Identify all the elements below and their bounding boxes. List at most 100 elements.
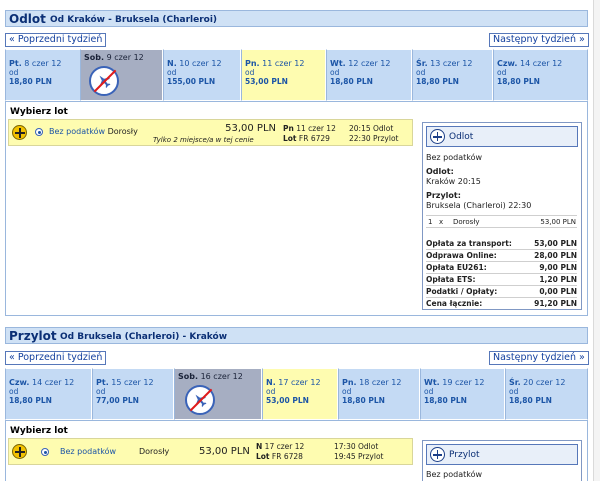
flight-date: 17 czer 12 (264, 442, 305, 451)
fee-label: Podatki / Opłaty: (426, 287, 498, 296)
outbound-day-5[interactable]: Śr. 13 czer 12 od 18,80 PLN (412, 49, 493, 101)
outbound-day-2[interactable]: N. 10 czer 12 od 155,00 PLN (163, 49, 241, 101)
day-from: od (424, 387, 434, 396)
day-name: Śr. (416, 59, 428, 68)
summary-dep-title: Odlot: (426, 167, 454, 176)
day-date: 13 czer 12 (430, 59, 473, 68)
fee-value: 0,00 PLN (539, 287, 577, 296)
day-price: 18,80 PLN (9, 77, 52, 86)
day-name: Pn. (245, 59, 260, 68)
day-price: 155,00 PLN (167, 77, 216, 86)
inbound-day-2: Sob. 16 czer 12 (174, 368, 262, 420)
day-date: 16 czer 12 (200, 372, 243, 381)
outbound-day-6[interactable]: Czw. 14 czer 12 od 18,80 PLN (493, 49, 588, 101)
fee-label: Odprawa Online: (426, 251, 497, 260)
day-name: Pt. (96, 378, 109, 387)
fare-name[interactable]: Bez podatków (49, 127, 105, 136)
fare-radio[interactable] (35, 128, 43, 136)
inbound-day-4[interactable]: Pn. 18 czer 12 od 18,80 PLN (338, 368, 420, 420)
fee-row: Opłata ETS: 1,20 PLN (426, 275, 577, 286)
fare-name[interactable]: Bez podatków (60, 447, 116, 456)
flight-price: 53,00 PLN (199, 446, 250, 457)
flight-plane-icon (12, 125, 27, 140)
fee-label: Opłata za transport: (426, 239, 512, 248)
arr-time: 19:45 (334, 452, 356, 461)
day-date: 19 czer 12 (442, 378, 485, 387)
day-from: od (9, 387, 19, 396)
inbound-day-5[interactable]: Wt. 19 czer 12 od 18,80 PLN (420, 368, 505, 420)
day-from: od (342, 387, 352, 396)
outbound-title: Odlot (9, 12, 46, 26)
flight-number: FR 6728 (271, 452, 303, 461)
inbound-title: Przylot (9, 329, 57, 343)
passenger-type: Dorosły (139, 447, 170, 456)
flight-plane-icon (12, 444, 27, 459)
outbound-day-4[interactable]: Wt. 12 czer 12 od 18,80 PLN (326, 49, 412, 101)
plane-icon (430, 447, 445, 462)
seats-note: Tylko 2 miejsce/a w tej cenie (153, 136, 254, 144)
fare-radio[interactable] (41, 448, 49, 456)
dep-time: 17:30 (334, 442, 356, 451)
flight-day: N (256, 442, 263, 451)
inbound-flight-row[interactable]: Bez podatków Dorosły 53,00 PLN N 17 czer… (8, 438, 413, 465)
day-name: Pn. (342, 378, 357, 387)
outbound-day-3[interactable]: Pn. 11 czer 12 od 53,00 PLN (241, 49, 326, 101)
day-date: 18 czer 12 (359, 378, 402, 387)
outbound-next-week-link[interactable]: Następny tydzień » (489, 33, 589, 47)
pax-line: 1 x Dorosły 53,00 PLN (426, 215, 577, 228)
outbound-summary-box: Odlot Bez podatków Odlot: Kraków 20:15 P… (422, 122, 582, 310)
flight-label: Lot (256, 452, 270, 461)
fee-value: 9,00 PLN (539, 263, 577, 272)
fee-row: Opłata EU261: 9,00 PLN (426, 263, 577, 274)
day-name: Czw. (497, 59, 518, 68)
day-from: od (509, 387, 519, 396)
no-flights-icon (89, 66, 119, 96)
day-name: Sob. (178, 372, 199, 381)
flight-label: Lot (283, 134, 297, 143)
total-label: Cena łącznie: (426, 299, 483, 308)
passenger-type: Dorosły (107, 127, 138, 136)
inbound-prev-week-link[interactable]: « Poprzedni tydzień (5, 351, 107, 365)
pax-x: x (439, 218, 444, 226)
day-date: 14 czer 12 (520, 59, 563, 68)
day-price: 53,00 PLN (266, 396, 309, 405)
outbound-day-0[interactable]: Pt. 8 czer 12 od 18,80 PLN (5, 49, 83, 101)
inbound-day-0[interactable]: Czw. 14 czer 12 od 18,80 PLN (5, 368, 92, 420)
day-from: od (96, 387, 106, 396)
inbound-day-3[interactable]: N. 17 czer 12 od 53,00 PLN (262, 368, 338, 420)
day-price: 18,80 PLN (509, 396, 552, 405)
day-from: od (497, 68, 507, 77)
arr-label: Przylot (373, 134, 399, 143)
inbound-route: Od Bruksela (Charleroi) - Kraków (60, 332, 228, 342)
inbound-day-6[interactable]: Śr. 20 czer 12 od 18,80 PLN (505, 368, 588, 420)
summary-arr-value: Bruksela (Charleroi) 22:30 (426, 201, 532, 210)
summary-fare: Bez podatków (426, 470, 483, 479)
total-value: 91,20 PLN (534, 299, 577, 308)
day-name: Sob. (84, 53, 105, 62)
fee-label: Opłata ETS: (426, 275, 476, 284)
plane-icon (430, 129, 445, 144)
day-name: Czw. (9, 378, 30, 387)
fee-row: Opłata za transport: 53,00 PLN (426, 239, 577, 250)
inbound-day-1[interactable]: Pt. 15 czer 12 od 77,00 PLN (92, 368, 174, 420)
summary-header-label: Odlot (449, 132, 474, 142)
page-scrollbar-track[interactable] (593, 0, 600, 481)
day-price: 18,80 PLN (424, 396, 467, 405)
fee-row: Odprawa Online: 28,00 PLN (426, 251, 577, 262)
day-from: od (330, 68, 340, 77)
day-date: 15 czer 12 (111, 378, 154, 387)
inbound-next-week-link[interactable]: Następny tydzień » (489, 351, 589, 365)
summary-dep-value: Kraków 20:15 (426, 177, 481, 186)
day-date: 10 czer 12 (179, 59, 222, 68)
outbound-flight-row[interactable]: Bez podatków Dorosły 53,00 PLN Tylko 2 m… (8, 119, 413, 146)
day-date: 9 czer 12 (106, 53, 144, 62)
outbound-prev-week-link[interactable]: « Poprzedni tydzień (5, 33, 107, 47)
day-from: od (9, 68, 19, 77)
dep-time: 20:15 (349, 124, 371, 133)
pax-price: 53,00 PLN (540, 218, 576, 226)
day-name: N. (266, 378, 276, 387)
day-name: Śr. (509, 378, 521, 387)
day-from: od (266, 387, 276, 396)
day-name: N. (167, 59, 177, 68)
pax-count: 1 (428, 218, 433, 226)
